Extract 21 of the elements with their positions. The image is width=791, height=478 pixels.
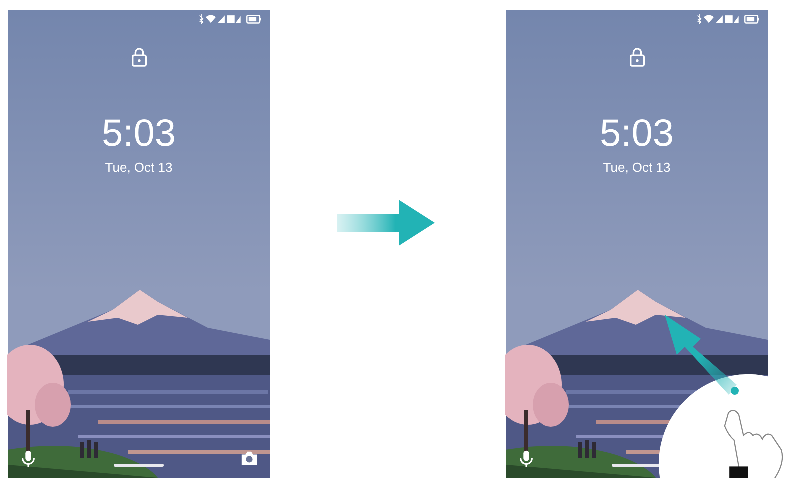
hd-signal-icon xyxy=(725,13,739,25)
microphone-icon[interactable] xyxy=(517,449,536,468)
microphone-icon[interactable] xyxy=(19,449,38,468)
signal-icon xyxy=(218,13,225,25)
clock-time: 5:03 xyxy=(600,112,674,156)
lock-icon xyxy=(130,47,148,68)
home-indicator xyxy=(612,464,662,467)
signal-icon xyxy=(716,13,723,25)
battery-icon xyxy=(744,13,760,25)
lock-icon xyxy=(628,47,646,68)
clock-time: 5:03 xyxy=(102,112,176,156)
wifi-icon xyxy=(704,13,714,25)
bluetooth-icon xyxy=(199,13,204,25)
date-label: Tue, Oct 13 xyxy=(105,160,173,175)
home-indicator xyxy=(114,464,164,467)
camera-icon[interactable] xyxy=(240,449,259,468)
battery-icon xyxy=(246,13,262,25)
date-label: Tue, Oct 13 xyxy=(603,160,671,175)
bluetooth-icon xyxy=(697,13,702,25)
hd-signal-icon xyxy=(227,13,241,25)
wifi-icon xyxy=(206,13,216,25)
